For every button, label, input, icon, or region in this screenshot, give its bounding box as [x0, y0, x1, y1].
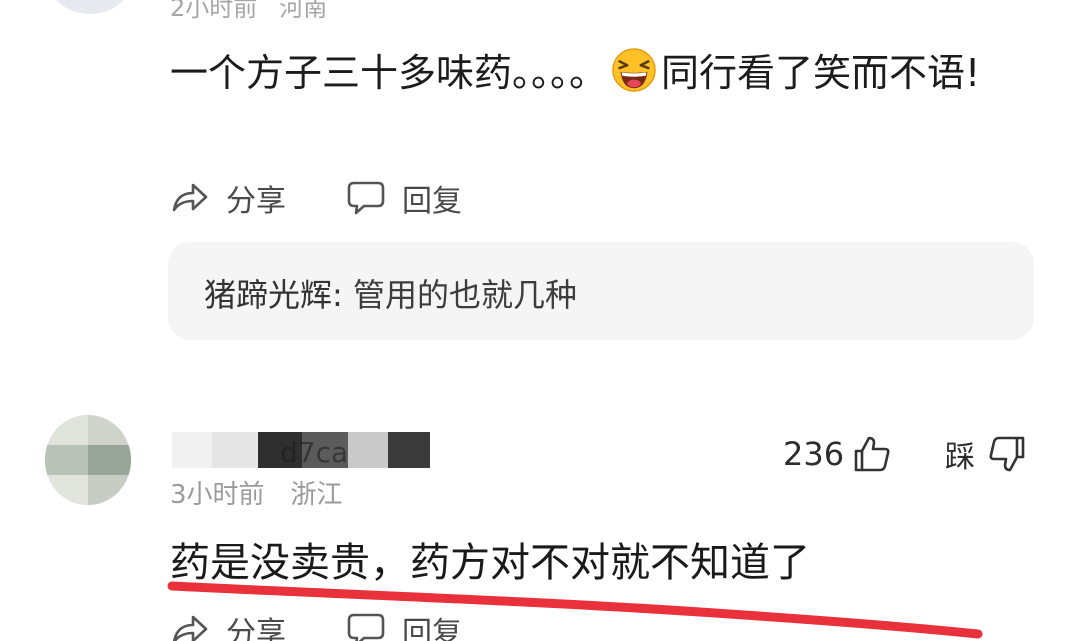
share-button[interactable]: 分享: [170, 178, 286, 219]
comment-text: 一个方子三十多味药。。。。 同行看了笑而不语!: [170, 44, 1030, 102]
reply-label: 回复: [402, 616, 462, 641]
avatar[interactable]: [50, 0, 130, 14]
reply-content: 管用的也就几种: [352, 276, 577, 314]
username-fragment: d7ca: [280, 436, 348, 469]
comment-time: 3小时前: [170, 480, 265, 510]
like-count: 236: [783, 435, 845, 473]
comment-region: 河南: [279, 0, 328, 22]
reply-label: 回复: [402, 184, 462, 219]
reply-button[interactable]: 回复: [346, 610, 462, 641]
thumbs-down-icon: [989, 436, 1025, 472]
speech-bubble-icon: [347, 181, 385, 215]
dislike-label: 踩: [945, 440, 975, 475]
speech-bubble-icon: [347, 613, 385, 641]
reply-preview-text: 猪蹄光辉: 管用的也就几种: [204, 270, 577, 316]
share-arrow-icon: [172, 615, 208, 641]
comment-region: 浙江: [290, 480, 343, 510]
dislike-button[interactable]: 踩: [945, 432, 1027, 476]
username-mosaic-image: d7ca: [172, 432, 430, 469]
avatar[interactable]: [45, 415, 131, 505]
laughing-face-emoji: [612, 48, 656, 92]
avatar-image: [45, 415, 131, 505]
comment-text-part2: 同行看了笑而不语!: [661, 51, 981, 95]
share-label: 分享: [226, 184, 286, 219]
thumbs-up-icon: [854, 436, 890, 472]
share-button[interactable]: 分享: [170, 610, 286, 641]
share-label: 分享: [226, 616, 286, 641]
comment-text: 药是没卖贵，药方对不对就不知道了: [170, 540, 810, 586]
comment-text-part1: 一个方子三十多味药。。。。: [170, 51, 608, 95]
username-redacted[interactable]: d7ca: [172, 430, 430, 470]
reply-author[interactable]: 猪蹄光辉:: [204, 276, 343, 314]
like-button[interactable]: 236: [783, 432, 892, 476]
share-arrow-icon: [172, 183, 208, 212]
reply-preview[interactable]: 猪蹄光辉: 管用的也就几种: [168, 242, 1034, 340]
reply-button[interactable]: 回复: [346, 178, 462, 219]
comment-meta: 2小时前 河南: [170, 0, 327, 23]
comment-time: 2小时前: [170, 0, 258, 22]
comment-meta: 3小时前 浙江: [170, 474, 343, 511]
